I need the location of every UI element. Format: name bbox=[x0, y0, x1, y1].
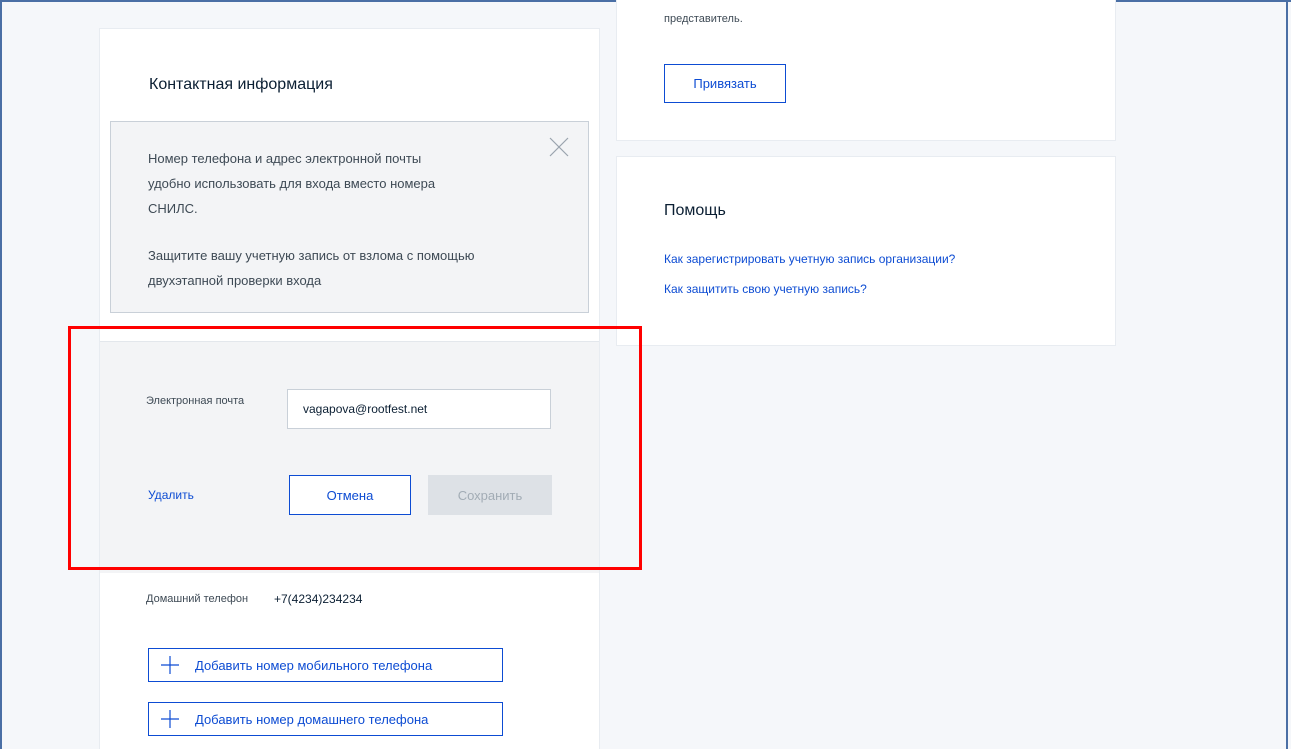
help-card: Помощь Как зарегистрировать учетную запи… bbox=[616, 156, 1116, 346]
email-label: Электронная почта bbox=[146, 395, 245, 407]
help-link-register-org[interactable]: Как зарегистрировать учетную запись орга… bbox=[664, 252, 955, 266]
notice-line: Защитите вашу учетную запись от взлома с… bbox=[148, 248, 475, 263]
representative-text: представитель. bbox=[664, 13, 743, 25]
add-mobile-phone-label: Добавить номер мобильного телефона bbox=[195, 657, 433, 673]
email-input[interactable] bbox=[287, 389, 551, 429]
help-link-protect-account[interactable]: Как защитить свою учетную запись? bbox=[664, 282, 867, 296]
contact-info-notice: Номер телефона и адрес электронной почты… bbox=[110, 121, 589, 313]
notice-line: двухэтапной проверки входа bbox=[148, 273, 322, 288]
notice-line: СНИЛС. bbox=[148, 201, 198, 216]
bind-button[interactable]: Привязать bbox=[664, 64, 786, 103]
add-home-phone-label: Добавить номер домашнего телефона bbox=[195, 711, 429, 727]
window-frame-right bbox=[1286, 0, 1288, 749]
cancel-button[interactable]: Отмена bbox=[289, 475, 411, 515]
notice-line: Номер телефона и адрес электронной почты bbox=[148, 151, 422, 166]
contact-info-card: Контактная информация Номер телефона и а… bbox=[99, 28, 600, 749]
home-phone-value: +7(4234)234234 bbox=[274, 592, 363, 606]
email-edit-section: Электронная почта Удалить Отмена Сохрани… bbox=[100, 341, 599, 573]
home-phone-label: Домашний телефон bbox=[146, 593, 249, 605]
contact-info-title: Контактная информация bbox=[149, 76, 333, 93]
representative-card: представитель. Привязать bbox=[616, 0, 1116, 141]
plus-icon bbox=[159, 654, 181, 676]
close-icon[interactable] bbox=[548, 136, 570, 158]
plus-icon bbox=[159, 708, 181, 730]
notice-line: удобно использовать для входа вместо ном… bbox=[148, 176, 436, 191]
add-home-phone-button[interactable]: Добавить номер домашнего телефона bbox=[148, 702, 503, 736]
delete-email-link[interactable]: Удалить bbox=[148, 488, 194, 502]
help-title: Помощь bbox=[664, 202, 726, 219]
add-mobile-phone-button[interactable]: Добавить номер мобильного телефона bbox=[148, 648, 503, 682]
window-frame-left bbox=[0, 0, 2, 749]
save-button[interactable]: Сохранить bbox=[428, 475, 552, 515]
